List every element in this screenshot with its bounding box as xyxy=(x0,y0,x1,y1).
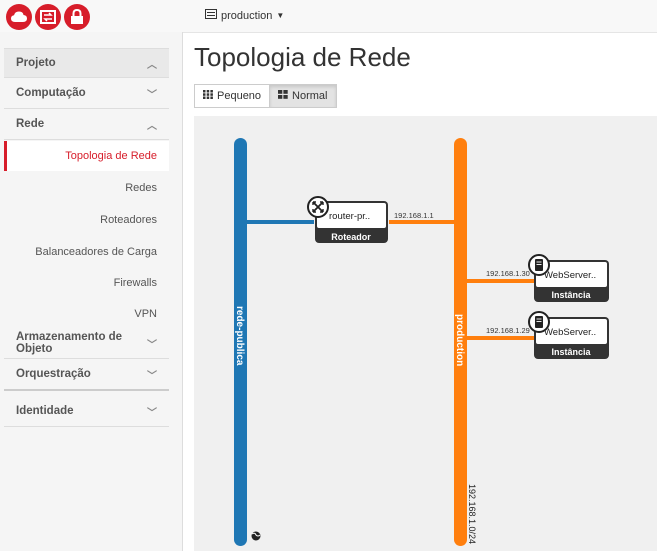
sidebar-item-label: Armazenamento de Objeto xyxy=(16,331,123,355)
instance-type: Instância xyxy=(551,347,591,357)
lock-icon xyxy=(64,4,90,30)
network-label: production xyxy=(454,314,465,366)
topology-canvas: rede-publica production 192.168.1.0/24 1… xyxy=(194,116,657,551)
sidebar-item-label: Topologia de Rede xyxy=(65,150,157,162)
view-normal-label: Normal xyxy=(292,90,328,102)
view-small-button[interactable]: Pequeno xyxy=(194,84,271,108)
network-production[interactable]: production 192.168.1.0/24 xyxy=(454,138,477,546)
divider xyxy=(4,389,169,391)
main-content: Topologia de Rede Pequeno Normal rede-pu… xyxy=(182,32,657,551)
chevron-down-icon: ﹀ xyxy=(147,339,157,351)
caret-down-icon: ▼ xyxy=(276,11,285,20)
sidebar-item-roteadores[interactable]: Roteadores xyxy=(4,205,169,235)
grid-icon xyxy=(203,90,213,102)
sidebar: Projeto ︿ Computação ﹀ Rede ︿ Topologia … xyxy=(0,32,183,551)
view-small-label: Pequeno xyxy=(217,90,262,102)
sidebar-item-label: Balanceadores de Carga xyxy=(35,246,157,258)
cloud-icon xyxy=(6,4,32,30)
sidebar-item-orquestracao[interactable]: Orquestração ﹀ xyxy=(4,359,169,389)
chevron-up-icon: ︿ xyxy=(147,59,157,71)
chevron-up-icon: ︿ xyxy=(147,120,157,132)
instance-type: Instância xyxy=(551,290,591,300)
sidebar-item-label: Firewalls xyxy=(113,277,157,289)
sidebar-item-label: Projeto xyxy=(16,57,56,69)
network-cidr: 192.168.1.0/24 xyxy=(467,484,477,544)
chevron-down-icon: ﹀ xyxy=(147,407,157,419)
sidebar-item-identidade[interactable]: Identidade ﹀ xyxy=(4,396,169,426)
sidebar-item-armazenamento[interactable]: Armazenamento de Objeto ﹀ xyxy=(4,328,169,358)
sidebar-item-label: Redes xyxy=(125,182,157,194)
globe-icon xyxy=(251,531,261,541)
server-icon xyxy=(528,311,550,333)
chevron-down-icon: ﹀ xyxy=(147,370,157,382)
server-icon xyxy=(528,254,550,276)
divider xyxy=(4,426,169,427)
router-icon xyxy=(307,196,329,218)
project-switcher[interactable]: production ▼ xyxy=(205,9,284,22)
router-ip: 192.168.1.1 xyxy=(394,211,434,220)
view-toggle: Pequeno Normal xyxy=(194,84,337,108)
sidebar-item-balanceadores[interactable]: Balanceadores de Carga xyxy=(4,237,169,267)
sidebar-item-redes[interactable]: Redes xyxy=(4,173,169,203)
sidebar-item-topologia[interactable]: Topologia de Rede xyxy=(4,141,169,171)
instance-node[interactable]: WebServer.. Instância xyxy=(528,254,609,302)
network-label: rede-publica xyxy=(234,306,245,366)
sidebar-item-vpn[interactable]: VPN xyxy=(4,299,169,329)
server-icon xyxy=(205,9,217,22)
instance-node[interactable]: WebServer.. Instância xyxy=(528,311,609,359)
sidebar-item-label: Rede xyxy=(16,118,45,130)
transfer-icon xyxy=(35,4,61,30)
brand-logo[interactable] xyxy=(6,4,92,30)
sidebar-item-label: Computação xyxy=(16,87,86,99)
instance-name: WebServer.. xyxy=(544,327,596,338)
sidebar-item-computacao[interactable]: Computação ﹀ xyxy=(4,78,169,108)
large-grid-icon xyxy=(278,90,288,102)
instance-ip: 192.168.1.30 xyxy=(486,269,530,278)
sidebar-item-firewalls[interactable]: Firewalls xyxy=(4,268,169,298)
project-switcher-label: production xyxy=(221,9,273,22)
sidebar-item-rede[interactable]: Rede ︿ xyxy=(4,109,169,139)
sidebar-item-label: Roteadores xyxy=(100,214,157,226)
divider xyxy=(4,139,169,140)
sidebar-item-label: VPN xyxy=(134,308,157,320)
sidebar-item-label: Orquestração xyxy=(16,368,91,380)
router-type: Roteador xyxy=(331,232,371,242)
sidebar-item-label: Identidade xyxy=(16,405,74,417)
page-title: Topologia de Rede xyxy=(194,42,411,72)
view-normal-button[interactable]: Normal xyxy=(269,84,337,108)
top-navbar: production ▼ xyxy=(0,0,657,33)
instance-ip: 192.168.1.29 xyxy=(486,326,530,335)
chevron-down-icon: ﹀ xyxy=(147,89,157,101)
network-rede-publica[interactable]: rede-publica xyxy=(234,138,261,546)
router-node[interactable]: router-pr.. Roteador xyxy=(307,196,388,243)
instance-name: WebServer.. xyxy=(544,270,596,281)
router-name: router-pr.. xyxy=(329,211,370,222)
sidebar-item-projeto[interactable]: Projeto ︿ xyxy=(4,48,169,78)
